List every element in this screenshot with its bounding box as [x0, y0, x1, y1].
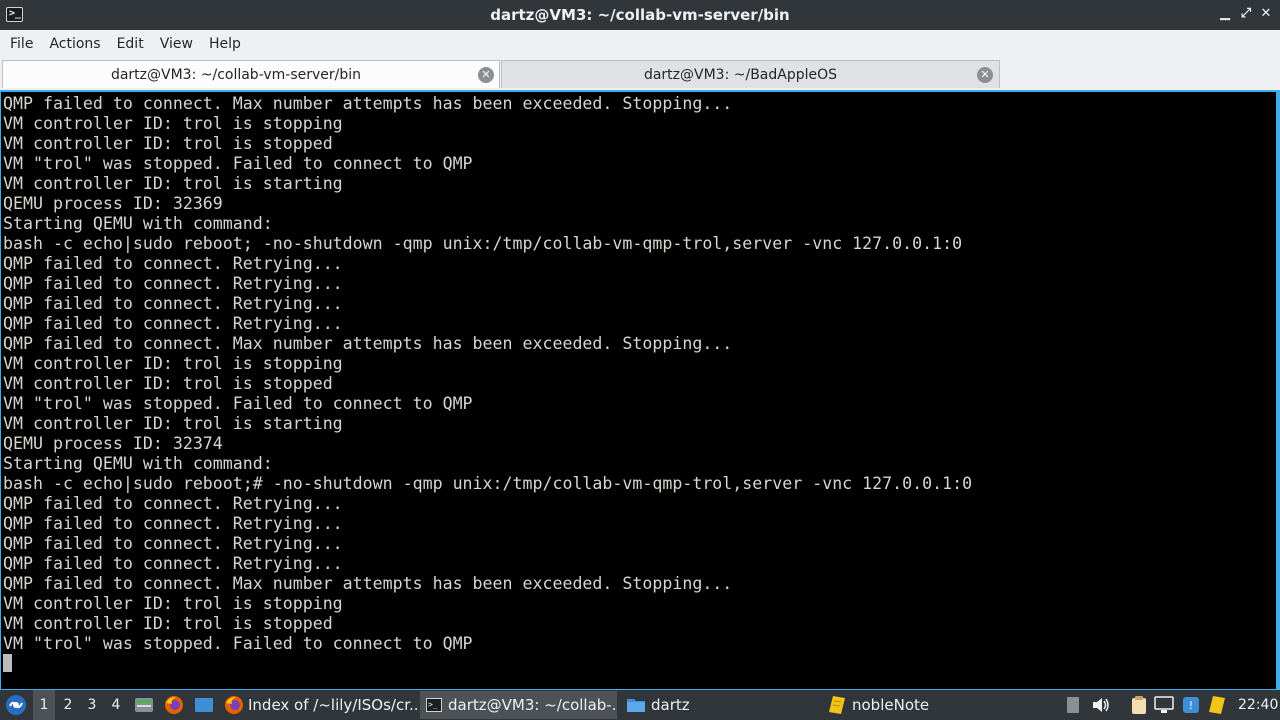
task-label: Index of /~lily/ISOs/cr... [248, 696, 417, 714]
terminal-line: VM "trol" was stopped. Failed to connect… [3, 394, 473, 413]
menu-file[interactable]: File [2, 30, 41, 58]
menu-view[interactable]: View [152, 30, 201, 58]
firefox-icon [225, 696, 243, 714]
terminal-output: QMP failed to connect. Max number attemp… [3, 94, 972, 654]
terminal-line: QMP failed to connect. Retrying... [3, 514, 343, 533]
window-titlebar[interactable]: >_ dartz@VM3: ~/collab-vm-server/bin ▁ ⤢… [0, 0, 1280, 30]
terminal-line: QMP failed to connect. Retrying... [3, 314, 343, 333]
terminal-line: QMP failed to connect. Retrying... [3, 254, 343, 273]
tab-close-icon[interactable]: ✕ [478, 67, 494, 83]
terminal-line: VM controller ID: trol is stopped [3, 614, 333, 633]
update-notifier-icon[interactable]: ! [1182, 690, 1200, 720]
show-desktop-icon[interactable] [194, 690, 214, 720]
terminal-line: QEMU process ID: 32374 [3, 434, 223, 453]
terminal-line: bash -c echo|sudo reboot; -no-shutdown -… [3, 234, 963, 253]
task-label: dartz [651, 696, 690, 714]
note-icon [829, 696, 845, 714]
task-terminal[interactable]: >_ dartz@VM3: ~/collab-... [420, 691, 617, 719]
task-label: nobleNote [852, 696, 930, 714]
terminal-line: QMP failed to connect. Retrying... [3, 494, 343, 513]
terminal-cursor [3, 654, 12, 672]
terminal-line: VM controller ID: trol is stopping [3, 594, 343, 613]
terminal-app-icon[interactable]: >_ [6, 7, 23, 22]
terminal-line: Starting QEMU with command: [3, 454, 273, 473]
close-icon[interactable]: ✕ [1259, 6, 1273, 22]
tab-label: dartz@VM3: ~/BadAppleOS [643, 66, 838, 83]
volume-icon[interactable] [1091, 690, 1111, 720]
svg-text:!: ! [1189, 699, 1193, 712]
menu-actions[interactable]: Actions [41, 30, 108, 58]
menu-edit[interactable]: Edit [109, 30, 152, 58]
tab-collab-vm-server[interactable]: dartz@VM3: ~/collab-vm-server/bin ✕ [2, 60, 500, 88]
tray-expand-icon[interactable] [1064, 690, 1082, 720]
desktop-2[interactable]: 2 [57, 690, 79, 720]
taskbar: 1 2 3 4 Index of /~lily/ISOs/cr... >_ da… [0, 690, 1280, 720]
tab-close-icon[interactable]: ✕ [977, 67, 993, 83]
desktop-4[interactable]: 4 [105, 690, 127, 720]
minimize-icon[interactable]: ▁ [1218, 6, 1232, 22]
tab-bar: dartz@VM3: ~/collab-vm-server/bin ✕ dart… [0, 58, 1280, 90]
task-firefox[interactable]: Index of /~lily/ISOs/cr... [220, 691, 417, 719]
terminal-line: VM controller ID: trol is stopping [3, 354, 343, 373]
maximize-icon[interactable]: ⤢ [1239, 6, 1253, 22]
notes-tray-icon[interactable] [1207, 690, 1227, 720]
start-menu-icon[interactable] [4, 690, 28, 720]
desktop-3[interactable]: 3 [81, 690, 103, 720]
terminal-line: QMP failed to connect. Retrying... [3, 534, 343, 553]
terminal-line: VM controller ID: trol is starting [3, 174, 343, 193]
desktop-1[interactable]: 1 [33, 690, 55, 720]
terminal-line: VM controller ID: trol is starting [3, 414, 343, 433]
terminal-scrollbar[interactable] [1276, 92, 1279, 689]
terminal-line: VM controller ID: trol is stopped [3, 374, 333, 393]
terminal-line: QMP failed to connect. Max number attemp… [3, 574, 733, 593]
task-file-manager[interactable]: dartz [622, 691, 819, 719]
terminal-icon: >_ [426, 698, 442, 712]
terminal-line: VM controller ID: trol is stopped [3, 134, 333, 153]
terminal-line: VM "trol" was stopped. Failed to connect… [3, 634, 473, 653]
task-label: dartz@VM3: ~/collab-... [448, 696, 617, 714]
terminal-line: QMP failed to connect. Retrying... [3, 274, 343, 293]
terminal-line: VM controller ID: trol is stopping [3, 114, 343, 133]
tab-label: dartz@VM3: ~/collab-vm-server/bin [110, 66, 362, 83]
file-manager-launcher-icon[interactable] [134, 690, 154, 720]
menu-help[interactable]: Help [201, 30, 249, 58]
window-title: dartz@VM3: ~/collab-vm-server/bin [490, 6, 790, 24]
clock[interactable]: 22:40 [1238, 690, 1278, 720]
terminal-line: QMP failed to connect. Retrying... [3, 554, 343, 573]
terminal-line: QMP failed to connect. Max number attemp… [3, 334, 733, 353]
terminal-line: bash -c echo|sudo reboot;# -no-shutdown … [3, 474, 973, 493]
terminal-line: Starting QEMU with command: [3, 214, 273, 233]
folder-icon [627, 699, 645, 712]
terminal-line: QEMU process ID: 32369 [3, 194, 223, 213]
tab-badappleos[interactable]: dartz@VM3: ~/BadAppleOS ✕ [501, 60, 1000, 88]
clipboard-icon[interactable] [1129, 690, 1149, 720]
menu-bar: File Actions Edit View Help [0, 30, 1280, 58]
network-icon[interactable] [1154, 690, 1174, 720]
terminal-line: VM "trol" was stopped. Failed to connect… [3, 154, 473, 173]
terminal-line: QMP failed to connect. Retrying... [3, 294, 343, 313]
terminal-line: QMP failed to connect. Max number attemp… [3, 94, 733, 113]
firefox-launcher-icon[interactable] [164, 690, 184, 720]
terminal-view[interactable]: QMP failed to connect. Max number attemp… [0, 90, 1280, 690]
task-noblenote[interactable]: nobleNote [824, 691, 1021, 719]
